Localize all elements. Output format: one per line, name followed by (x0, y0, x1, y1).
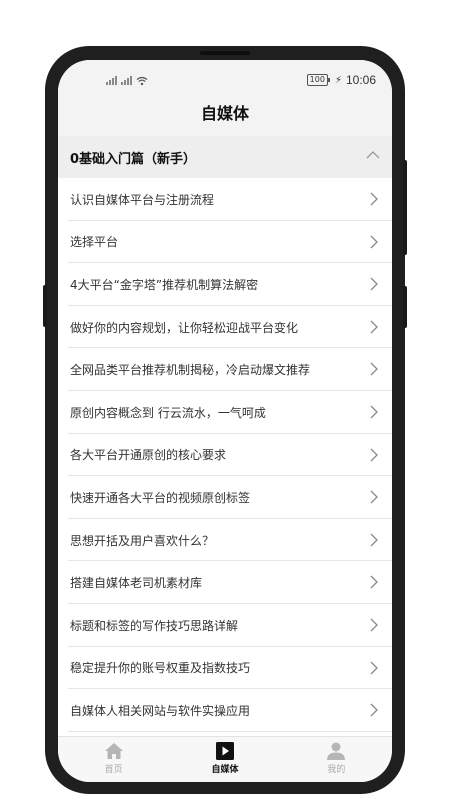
list-item-label: 做好你的内容规划，让你轻松迎战平台变化 (70, 320, 299, 335)
list-item[interactable]: 自媒体人相关网站与软件实操应用 (58, 689, 392, 732)
list-item-label: 各大平台开通原创的核心要求 (70, 448, 227, 463)
nav-bar: 自媒体 (58, 100, 392, 136)
chevron-right-icon (370, 490, 378, 504)
volume-button (43, 285, 47, 327)
power-button (403, 286, 407, 328)
list-item-label: 原创内容概念到 行云流水，一气呵成 (70, 405, 266, 420)
list-item-label: 快速开通各大平台的视频原创标签 (70, 490, 251, 505)
list-item[interactable]: 做好你的内容规划，让你轻松迎战平台变化 (58, 306, 392, 349)
chevron-right-icon (370, 575, 378, 589)
lesson-list: 认识自媒体平台与注册流程 选择平台 4大平台“金字塔”推荐机制算法解密 做好你的… (58, 178, 392, 732)
chevron-right-icon (370, 703, 378, 717)
tab-media[interactable]: 自媒体 (169, 737, 280, 782)
tab-profile-label: 我的 (327, 765, 346, 775)
chevron-right-icon (370, 533, 378, 547)
signal-indicators (106, 76, 148, 86)
chevron-up-icon[interactable] (366, 150, 380, 160)
page-title: 自媒体 (200, 104, 249, 123)
chevron-right-icon (370, 192, 378, 206)
earpiece (200, 51, 250, 55)
list-item[interactable]: 4大平台“金字塔”推荐机制算法解密 (58, 263, 392, 306)
tab-home[interactable]: 首页 (58, 737, 169, 782)
list-item[interactable]: 各大平台开通原创的核心要求 (58, 434, 392, 477)
chevron-right-icon (370, 448, 378, 462)
tab-home-label: 首页 (104, 765, 123, 775)
list-item[interactable]: 标题和标签的写作技巧思路详解 (58, 604, 392, 647)
list-item-label: 搭建自媒体老司机素材库 (70, 576, 203, 591)
battery-icon: 100 (306, 74, 331, 86)
status-time: 10:06 (345, 73, 376, 87)
chevron-right-icon (370, 661, 378, 674)
tab-profile[interactable]: 我的 (281, 737, 392, 782)
screen: 100 ⚡ 10:06 自媒体 0基础入门篇（新手） 认识自媒体平台与注册流程 … (58, 60, 392, 782)
list-item[interactable]: 原创内容概念到 行云流水，一气呵成 (58, 391, 392, 434)
status-bar: 100 ⚡ 10:06 (58, 60, 392, 100)
list-item-label: 4大平台“金字塔”推荐机制算法解密 (70, 277, 259, 292)
play-icon (215, 742, 234, 760)
charging-icon: ⚡ (334, 74, 342, 86)
signal-icon (106, 76, 117, 85)
chevron-right-icon (370, 405, 378, 419)
tab-bar: 首页 自媒体 我的 (58, 736, 392, 782)
tab-media-label: 自媒体 (211, 765, 239, 775)
list-item-label: 思想开括及用户喜欢什么？ (70, 533, 215, 548)
list-item[interactable]: 快速开通各大平台的视频原创标签 (58, 476, 392, 519)
home-icon (104, 743, 123, 759)
list-item[interactable]: 搭建自媒体老司机素材库 (58, 561, 392, 604)
list-item[interactable]: 认识自媒体平台与注册流程 (58, 178, 392, 221)
list-item[interactable]: 全网品类平台推荐机制揭秘，冷启动爆文推荐 (58, 348, 392, 391)
list-item-label: 全网品类平台推荐机制揭秘，冷启动爆文推荐 (70, 363, 311, 378)
list-item-label: 选择平台 (70, 235, 119, 250)
wifi-icon (136, 76, 148, 86)
user-icon (327, 742, 346, 760)
list-item[interactable]: 稳定提升你的账号权重及指数技巧 (58, 647, 392, 690)
chevron-right-icon (370, 277, 378, 291)
section-title: 0基础入门篇（新手） (70, 151, 197, 167)
chevron-right-icon (370, 235, 378, 249)
list-item-label: 稳定提升你的账号权重及指数技巧 (70, 661, 251, 676)
chevron-right-icon (370, 618, 378, 632)
list-item-label: 自媒体人相关网站与软件实操应用 (70, 703, 251, 718)
status-right: 100 ⚡ 10:06 (306, 73, 376, 87)
list-item[interactable]: 思想开括及用户喜欢什么？ (58, 519, 392, 562)
chevron-right-icon (370, 362, 378, 376)
chevron-right-icon (370, 320, 378, 334)
list-item[interactable]: 选择平台 (58, 221, 392, 264)
list-item-label: 标题和标签的写作技巧思路详解 (70, 618, 239, 633)
section-header[interactable]: 0基础入门篇（新手） (58, 136, 392, 178)
signal-icon-2 (121, 76, 132, 85)
side-button (403, 160, 407, 255)
list-item-label: 认识自媒体平台与注册流程 (70, 192, 215, 207)
